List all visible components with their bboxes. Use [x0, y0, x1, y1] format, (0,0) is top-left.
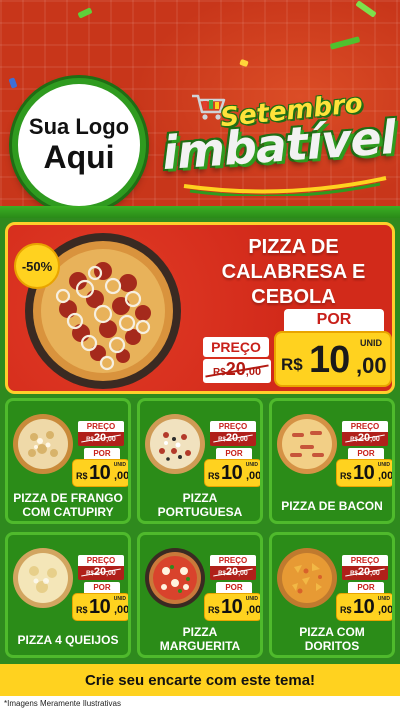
new-price-label: POR — [84, 448, 120, 459]
new-price-label: POR — [348, 448, 384, 459]
new-price-integer: 10 — [221, 596, 243, 618]
logo-text-line1: Sua Logo — [28, 114, 130, 140]
disclaimer: *Imagens Meramente Ilustrativas — [0, 696, 400, 711]
old-price: R$ 20 ,00 — [342, 432, 388, 446]
product-name: PIZZA COM DORITOS — [299, 625, 365, 654]
old-price: R$ 20 ,00 — [342, 566, 388, 580]
new-price-integer: 10 — [89, 462, 111, 484]
discount-badge: -50% — [14, 243, 60, 289]
old-price-block: PREÇO R$ 20 ,00 — [203, 337, 273, 385]
pizza-image — [277, 548, 337, 608]
old-price: R$ 20 ,00 — [203, 359, 271, 383]
new-price: UNID R$ 10 ,00 — [72, 593, 130, 621]
logo-text-line2: Aqui — [43, 138, 115, 175]
old-price: R$ 20 ,00 — [78, 432, 124, 446]
header-divider — [0, 206, 400, 218]
product-grid: PREÇO R$ 20 ,00 POR UNID R$ 10 ,00 PIZZA… — [5, 398, 395, 660]
product-name: PIZZA DE FRANGO COM CATUPIRY — [13, 491, 123, 520]
old-price-label: PREÇO — [342, 421, 388, 432]
unit-label: UNID — [113, 596, 126, 602]
cta-banner[interactable]: Crie seu encarte com este tema! — [0, 664, 400, 696]
new-price-integer: 10 — [353, 596, 375, 618]
new-price: UNID R$ 10 ,00 — [204, 593, 262, 621]
old-price-label: PREÇO — [78, 421, 124, 432]
old-price-label: PREÇO — [210, 421, 256, 432]
old-price-label: PREÇO — [342, 555, 388, 566]
new-price: UNID R$ 10 ,00 — [336, 593, 394, 621]
new-price-decimal: ,00 — [246, 604, 262, 616]
new-price: UNID R$ 10 ,00 — [72, 459, 130, 487]
unit-label: UNID — [360, 338, 382, 348]
old-price: R$ 20 ,00 — [210, 566, 256, 580]
promo-title: Setembro imbatível — [160, 89, 397, 202]
new-price-decimal: ,00 — [378, 470, 394, 482]
confetti — [8, 77, 18, 89]
product-name: PIZZA MARGUERITA — [159, 625, 241, 654]
new-price-decimal: ,00 — [356, 353, 387, 378]
unit-label: UNID — [245, 596, 258, 602]
new-price-currency: R$ — [281, 355, 303, 374]
header: Sua Logo Aqui Setembro imbatível — [0, 0, 400, 215]
product-card[interactable]: PREÇO R$ 20 ,00 POR UNID R$ 10 ,00 PIZZA… — [269, 398, 395, 524]
product-name: PIZZA PORTUGUESA — [157, 491, 243, 520]
new-price-label: POR — [216, 582, 252, 593]
new-price-decimal: ,00 — [378, 604, 394, 616]
new-price-label: POR — [84, 582, 120, 593]
unit-label: UNID — [377, 596, 390, 602]
product-name: PIZZA DE BACON — [281, 499, 383, 513]
new-price-currency: R$ — [340, 605, 352, 615]
old-price-label: PREÇO — [210, 555, 256, 566]
product-card[interactable]: PREÇO R$ 20 ,00 POR UNID R$ 10 ,00 PIZZA… — [5, 398, 131, 524]
new-price-label: POR — [348, 582, 384, 593]
unit-label: UNID — [113, 462, 126, 468]
new-price-currency: R$ — [340, 471, 352, 481]
pizza-image — [13, 548, 73, 608]
new-price: UNID R$ 10 ,00 — [336, 459, 394, 487]
new-price: UNID R$ 10 ,00 — [204, 459, 262, 487]
new-price-label: POR — [284, 309, 384, 331]
product-card[interactable]: PREÇO R$ 20 ,00 POR UNID R$ 10 ,00 PIZZA… — [137, 398, 263, 524]
new-price-currency: R$ — [76, 605, 88, 615]
logo-placeholder[interactable]: Sua Logo Aqui — [12, 78, 146, 212]
new-price-decimal: ,00 — [114, 470, 130, 482]
pizza-image — [145, 548, 205, 608]
new-price-integer: 10 — [221, 462, 243, 484]
swoosh-decoration — [183, 176, 387, 196]
old-price-label: PREÇO — [78, 555, 124, 566]
new-price-decimal: ,00 — [114, 604, 130, 616]
new-price-currency: R$ — [208, 605, 220, 615]
featured-product[interactable]: -50% PIZZA DE CALABRESA E CEBOLA PREÇO R… — [5, 222, 395, 394]
product-card[interactable]: PREÇO R$ 20 ,00 POR UNID R$ 10 ,00 PIZZA… — [5, 532, 131, 658]
new-price-integer: 10 — [353, 462, 375, 484]
product-name: PIZZA 4 QUEIJOS — [17, 633, 119, 647]
new-price-currency: R$ — [208, 471, 220, 481]
new-price-currency: R$ — [76, 471, 88, 481]
unit-label: UNID — [245, 462, 258, 468]
new-price-decimal: ,00 — [246, 470, 262, 482]
new-price: UNID R$ 10 ,00 — [274, 331, 392, 387]
old-price-label: PREÇO — [203, 337, 269, 357]
featured-product-name: PIZZA DE CALABRESA E CEBOLA — [221, 236, 366, 308]
unit-label: UNID — [377, 462, 390, 468]
product-card[interactable]: PREÇO R$ 20 ,00 POR UNID R$ 10 ,00 PIZZA… — [269, 532, 395, 658]
new-price-block: POR UNID R$ 10 ,00 — [274, 309, 392, 389]
pizza-image — [145, 414, 205, 474]
old-price: R$ 20 ,00 — [78, 566, 124, 580]
pizza-image — [277, 414, 337, 474]
new-price-label: POR — [216, 448, 252, 459]
old-price: R$ 20 ,00 — [210, 432, 256, 446]
product-card[interactable]: PREÇO R$ 20 ,00 POR UNID R$ 10 ,00 PIZZA… — [137, 532, 263, 658]
pizza-image — [13, 414, 73, 474]
new-price-integer: 10 — [89, 596, 111, 618]
confetti — [77, 7, 93, 19]
new-price-integer: 10 — [309, 339, 350, 381]
